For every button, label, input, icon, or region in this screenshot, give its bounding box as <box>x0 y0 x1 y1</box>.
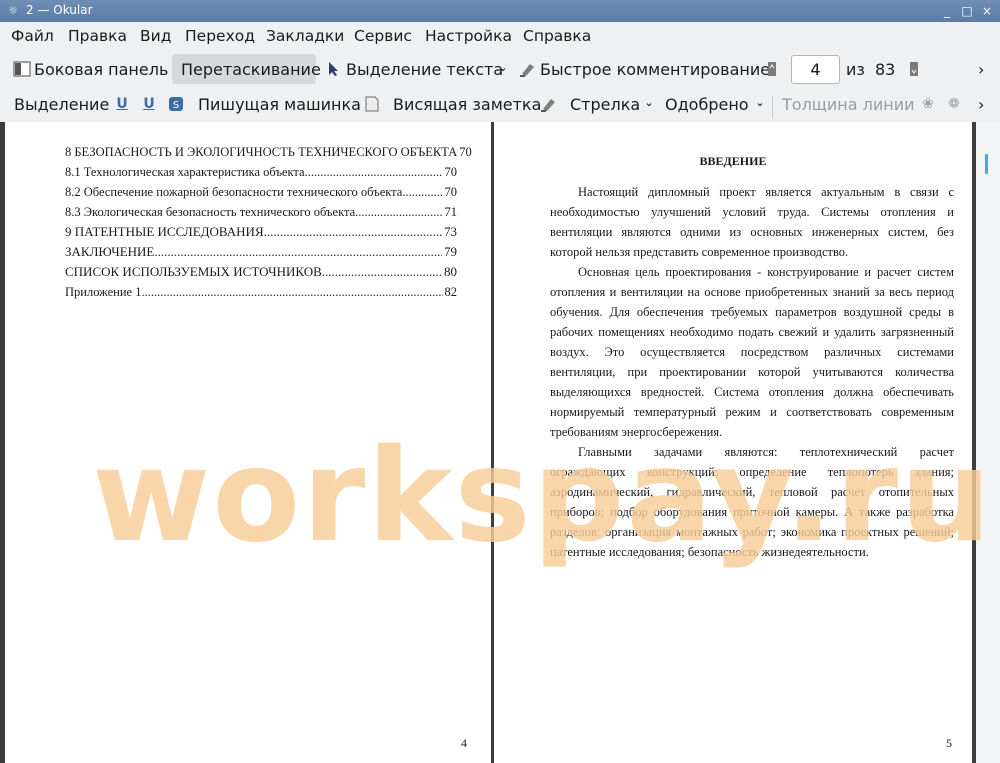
cursor-icon <box>327 61 341 81</box>
strikethrough-icon[interactable]: S <box>167 96 185 116</box>
toc-row[interactable]: 8 БЕЗОПАСНОСТЬ И ЭКОЛОГИЧНОСТЬ ТЕХНИЧЕСК… <box>65 142 472 162</box>
toolbar-overflow-button[interactable]: › <box>978 60 984 79</box>
main-toolbar: Боковая панель Перетаскивание Выделение … <box>0 50 1000 88</box>
maximize-button[interactable]: □ <box>958 2 976 20</box>
menu-bookmarks[interactable]: Закладки <box>266 27 344 45</box>
toc-row[interactable]: 8.2 Обеспечение пожарной безопасности те… <box>65 182 457 202</box>
menu-help[interactable]: Справка <box>523 27 591 45</box>
toolbar-overflow-button[interactable]: › <box>978 95 984 114</box>
paragraph: Настоящий дипломный проект является акту… <box>550 185 954 259</box>
paragraph: Основная цель проектирования - конструир… <box>550 265 954 439</box>
text-select-button[interactable]: Выделение текста <box>346 60 503 79</box>
arrow-tool-button[interactable]: Стрелка <box>570 95 640 114</box>
menu-go[interactable]: Переход <box>185 27 255 45</box>
document-page-left: 8 БЕЗОПАСНОСТЬ И ЭКОЛОГИЧНОСТЬ ТЕХНИЧЕСК… <box>5 122 491 763</box>
page-number-input[interactable]: 4 <box>791 55 840 84</box>
svg-text:S: S <box>173 100 179 111</box>
table-of-contents: 8 БЕЗОПАСНОСТЬ И ЭКОЛОГИЧНОСТЬ ТЕХНИЧЕСК… <box>65 142 472 302</box>
document-page-right: ВВЕДЕНИЕ Настоящий дипломный проект явля… <box>494 122 972 763</box>
page-up-icon[interactable] <box>766 61 778 81</box>
window-title: 2 — Okular <box>26 3 93 17</box>
font-color-icon[interactable]: ❁ <box>945 96 963 112</box>
page-down-icon[interactable] <box>908 61 920 81</box>
stamp-approved-button[interactable]: Одобрено <box>665 95 749 114</box>
squiggly-underline-icon[interactable]: U <box>141 96 157 112</box>
menu-tools[interactable]: Сервис <box>354 27 412 45</box>
menu-edit[interactable]: Правка <box>68 27 127 45</box>
quick-comment-button[interactable]: Быстрое комментирование <box>540 60 770 79</box>
chevron-down-icon[interactable]: ⌄ <box>497 61 509 74</box>
page-number: 5 <box>946 736 952 750</box>
toc-row[interactable]: ЗАКЛЮЧЕНИЕ79 <box>65 242 457 262</box>
page-total-label: 83 <box>875 60 896 79</box>
underline-icon[interactable]: U <box>114 96 130 112</box>
page-of-label: из <box>846 60 865 79</box>
toc-row[interactable]: 8.3 Экологическая безопасность техническ… <box>65 202 457 222</box>
window-titlebar: ☼ 2 — Okular _ □ × <box>0 0 1000 22</box>
okular-icon: ☼ <box>8 4 18 17</box>
toc-row[interactable]: 9 ПАТЕНТНЫЕ ИССЛЕДОВАНИЯ73 <box>65 222 457 242</box>
close-button[interactable]: × <box>978 2 996 20</box>
toc-row[interactable]: СПИСОК ИСПОЛЬЗУЕМЫХ ИСТОЧНИКОВ80 <box>65 262 457 282</box>
chevron-down-icon[interactable]: ⌄ <box>754 96 766 109</box>
menu-settings[interactable]: Настройка <box>425 27 512 45</box>
highlighter-icon <box>518 61 538 81</box>
annotation-toolbar: Выделение U U S Пишущая машинка Висящая … <box>0 88 1000 123</box>
note-icon <box>363 96 381 116</box>
selection-label[interactable]: Выделение <box>14 95 109 114</box>
toc-row[interactable]: 8.1 Технологическая характеристика объек… <box>65 162 457 182</box>
section-body: Настоящий дипломный проект является акту… <box>550 182 954 562</box>
vertical-scrollbar[interactable] <box>976 122 1000 763</box>
toolbar-separator <box>772 96 773 118</box>
document-view[interactable]: 8 БЕЗОПАСНОСТЬ И ЭКОЛОГИЧНОСТЬ ТЕХНИЧЕСК… <box>0 122 1000 763</box>
drag-mode-label: Перетаскивание <box>181 60 321 79</box>
menu-view[interactable]: Вид <box>140 27 171 45</box>
typewriter-button[interactable]: Пишущая машинка <box>198 95 361 114</box>
section-title: ВВЕДЕНИЕ <box>699 154 767 168</box>
sidebar-icon <box>12 61 32 81</box>
highlighter-icon <box>539 96 559 116</box>
hanging-note-button[interactable]: Висящая заметка <box>393 95 541 114</box>
menubar: Файл Правка Вид Переход Закладки Сервис … <box>0 22 1000 50</box>
menu-file[interactable]: Файл <box>11 27 54 45</box>
paragraph: Главными задачами являются: теплотехниче… <box>550 445 954 559</box>
toc-row[interactable]: Приложение 182 <box>65 282 457 302</box>
sidebar-button[interactable]: Боковая панель <box>34 60 168 79</box>
color-palette-icon[interactable]: ❀ <box>919 96 937 112</box>
page-number: 4 <box>461 736 467 750</box>
line-width-button[interactable]: Толщина линии <box>782 95 915 114</box>
chevron-down-icon[interactable]: ⌄ <box>643 96 655 109</box>
minimize-button[interactable]: _ <box>938 2 956 20</box>
scrollbar-thumb[interactable] <box>985 154 988 174</box>
